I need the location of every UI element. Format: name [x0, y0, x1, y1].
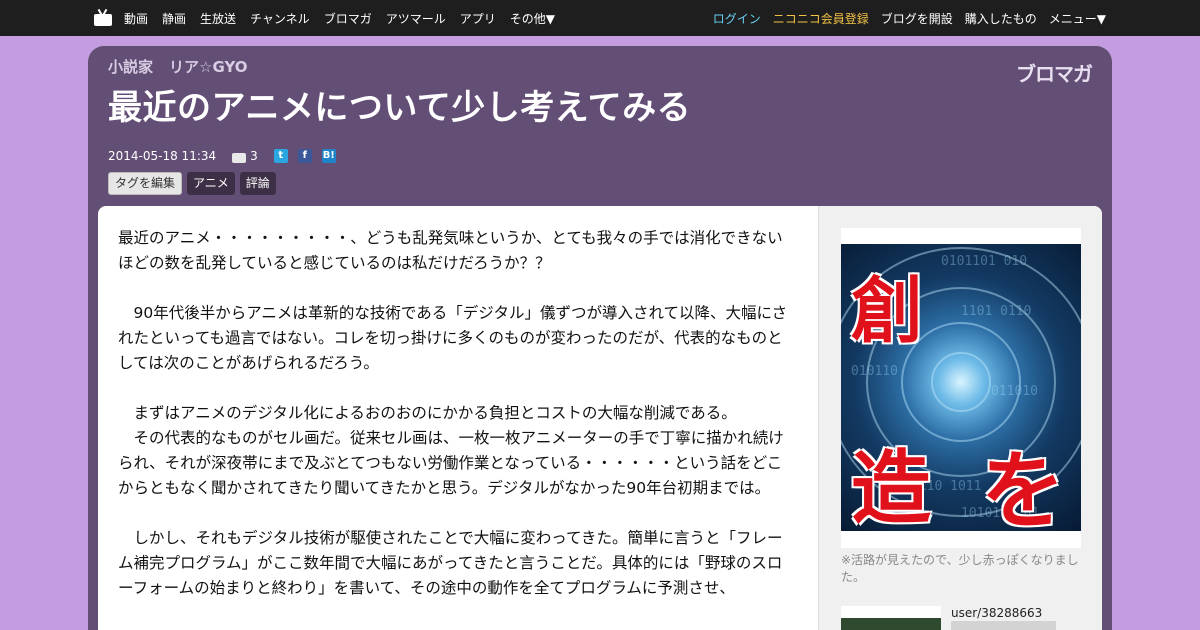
nav-left-group: 動画 静画 生放送 チャンネル ブロマガ アツマール アプリ その他▼	[94, 0, 569, 36]
facebook-share-icon[interactable]: f	[297, 149, 312, 163]
purchased-link[interactable]: 購入したもの	[965, 10, 1037, 27]
thumbnail-caption: ※活路が見えたので、少し赤っぽくなりました。	[841, 553, 1079, 584]
login-link[interactable]: ログイン	[713, 10, 761, 27]
nav-channel[interactable]: チャンネル	[250, 10, 310, 27]
publish-date: 2014-05-18 11:34	[108, 149, 217, 163]
follow-button[interactable]	[951, 621, 1056, 630]
blomaga-logo[interactable]: ブロマガ	[1016, 58, 1093, 87]
article-content-panel: 最近のアニメ・・・・・・・・・、どうも乱発気味というか、とても我々の手では消化で…	[98, 206, 1102, 630]
thumb-kanji: を	[981, 441, 1066, 531]
article-paragraph: その代表的なものがセル画だ。従来セル画は、一枚一枚アニメーターの手で丁寧に描かれ…	[118, 429, 784, 497]
user-avatar[interactable]	[841, 606, 941, 630]
author-line[interactable]: 小説家 リア☆GYO	[108, 56, 248, 77]
top-nav-bar: 動画 静画 生放送 チャンネル ブロマガ アツマール アプリ その他▼ ログイン…	[0, 0, 1200, 36]
niconico-tv-icon[interactable]	[94, 8, 112, 26]
hatena-bookmark-icon[interactable]: B!	[321, 149, 336, 163]
open-blog-link[interactable]: ブログを開設	[881, 10, 953, 27]
tag-list: タグを編集 アニメ 評論	[108, 172, 281, 195]
tag-anime[interactable]: アニメ	[187, 172, 235, 195]
register-link[interactable]: ニコニコ会員登録	[773, 10, 869, 27]
article-body: 最近のアニメ・・・・・・・・・、どうも乱発気味というか、とても我々の手では消化で…	[118, 226, 794, 601]
edit-tags-button[interactable]: タグを編集	[108, 172, 183, 195]
nav-apps[interactable]: アプリ	[460, 10, 496, 27]
article-paragraph: 最近のアニメ・・・・・・・・・、どうも乱発気味というか、とても我々の手では消化で…	[118, 229, 783, 272]
comment-icon[interactable]	[232, 153, 247, 163]
article-paragraph: しかし、それもデジタル技術が駆使されたことで大幅に変わってきた。簡単に言うと「フ…	[118, 529, 783, 597]
nav-atsumaru[interactable]: アツマール	[386, 10, 446, 27]
page-title: 最近のアニメについて少し考えてみる	[108, 88, 692, 128]
article-paragraph: 90年代後半からアニメは革新的な技術である「デジタル」儀ずつが導入されて以降、大…	[118, 304, 788, 372]
user-name-link[interactable]: user/38288663	[951, 606, 1042, 620]
nav-video[interactable]: 動画	[124, 10, 148, 27]
author-prefix: 小説家	[108, 58, 154, 76]
channel-thumbnail-image: 0101101 010 1101 0110 010110 011010 0110…	[841, 244, 1081, 531]
nav-blomaga[interactable]: ブロマガ	[324, 10, 372, 27]
thumb-kanji: 造	[851, 441, 931, 531]
article-paragraph: まずはアニメのデジタル化によるおのおのにかかる負担とコストの大幅な削減である。	[118, 404, 737, 422]
thumb-kanji: 創	[851, 268, 924, 353]
menu-dropdown[interactable]: メニュー▼	[1049, 10, 1106, 27]
comment-count[interactable]: 3	[250, 149, 258, 163]
nav-live[interactable]: 生放送	[200, 10, 236, 27]
channel-thumbnail-frame[interactable]: 0101101 010 1101 0110 010110 011010 0110…	[841, 228, 1081, 548]
author-name: リア☆GYO	[169, 58, 248, 76]
nav-others-dropdown[interactable]: その他▼	[510, 10, 555, 27]
twitter-share-icon[interactable]: t	[273, 149, 288, 163]
sidebar: 0101101 010 1101 0110 010110 011010 0110…	[818, 206, 1102, 630]
nav-seiga[interactable]: 静画	[162, 10, 186, 27]
nav-right-group: ログイン ニコニコ会員登録 ブログを開設 購入したもの メニュー▼	[701, 0, 1106, 36]
article-meta: 2014-05-18 11:34 3 t f B!	[108, 148, 336, 164]
tag-review[interactable]: 評論	[239, 172, 276, 195]
